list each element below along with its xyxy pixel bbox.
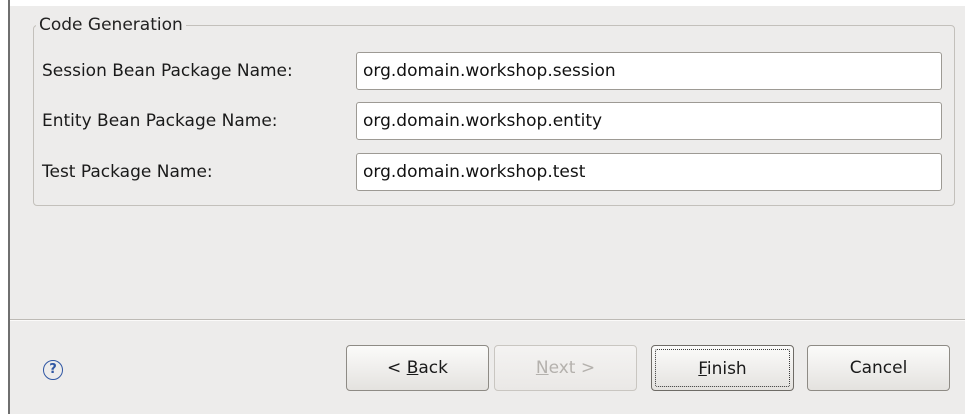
- finish-button[interactable]: Finish: [651, 345, 794, 391]
- button-bar-separator-highlight: [10, 320, 965, 321]
- code-generation-group-title: Code Generation: [39, 15, 183, 35]
- finish-button-focus-ring: Finish: [655, 349, 790, 387]
- back-button-prefix: <: [387, 358, 407, 378]
- finish-button-rest: inish: [706, 359, 747, 379]
- entity-bean-package-input[interactable]: [356, 102, 942, 140]
- wizard-window: Code Generation Session Bean Package Nam…: [0, 0, 965, 414]
- entity-bean-package-label: Entity Bean Package Name:: [42, 111, 278, 131]
- session-bean-package-input[interactable]: [356, 52, 942, 90]
- next-button-mnemonic: N: [535, 358, 549, 378]
- back-button-mnemonic: B: [406, 358, 419, 378]
- top-strip: [10, 0, 965, 6]
- session-bean-package-label: Session Bean Package Name:: [42, 61, 293, 81]
- next-button[interactable]: Next >: [494, 345, 637, 391]
- help-icon[interactable]: ?: [43, 360, 63, 380]
- help-icon-glyph: ?: [49, 362, 57, 377]
- cancel-button[interactable]: Cancel: [807, 345, 950, 391]
- next-button-rest: ext >: [548, 358, 596, 378]
- test-package-input[interactable]: [356, 153, 942, 191]
- test-package-label: Test Package Name:: [42, 162, 213, 182]
- back-button-rest: ack: [418, 358, 448, 378]
- finish-button-mnemonic: F: [698, 359, 707, 379]
- back-button[interactable]: < Back: [346, 345, 489, 391]
